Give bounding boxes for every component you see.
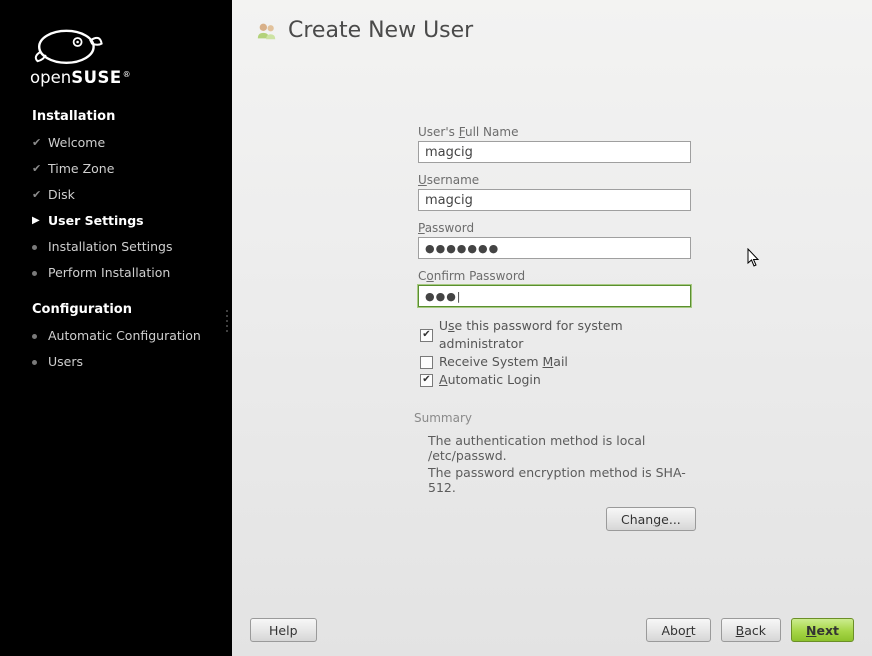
nav-label: Time Zone	[48, 160, 114, 178]
username-input[interactable]	[418, 189, 691, 211]
bullet-icon	[32, 334, 48, 339]
check-icon: ✔	[32, 186, 48, 204]
main-content: Create New User User's Full Name Usernam…	[232, 0, 872, 656]
checkbox-sysadmin-label: Use this password for system administrat…	[439, 317, 708, 353]
page-title-row: Create New User	[256, 18, 848, 43]
nav-label: Installation Settings	[48, 238, 172, 256]
nav-perform-installation[interactable]: Perform Installation	[0, 260, 232, 286]
nav-label: Welcome	[48, 134, 105, 152]
cursor-icon	[747, 248, 761, 268]
brand-suse: SUSE	[71, 68, 121, 87]
brand-open: open	[30, 68, 71, 87]
change-button[interactable]: Change...	[606, 507, 696, 531]
summary-encryption-line: The password encryption method is SHA-51…	[428, 465, 708, 495]
confirm-password-label: Confirm Password	[418, 269, 708, 283]
section-configuration-title: Configuration	[0, 286, 232, 323]
nav-users[interactable]: Users	[0, 349, 232, 375]
check-icon: ✔	[32, 134, 48, 152]
fullname-input[interactable]	[418, 141, 691, 163]
bullet-icon	[32, 245, 48, 250]
section-installation-title: Installation	[0, 93, 232, 130]
nav-installation-settings[interactable]: Installation Settings	[0, 234, 232, 260]
password-label: Password	[418, 221, 708, 235]
brand-trademark: ®	[123, 70, 131, 79]
opensuse-logo-icon	[28, 18, 108, 66]
nav-automatic-configuration[interactable]: Automatic Configuration	[0, 323, 232, 349]
splitter-handle[interactable]	[226, 310, 228, 332]
checkbox-mail-row[interactable]: Receive System Mail	[420, 353, 708, 371]
nav-timezone[interactable]: ✔ Time Zone	[0, 156, 232, 182]
abort-button[interactable]: Abort	[646, 618, 710, 642]
nav-label: Automatic Configuration	[48, 327, 201, 345]
username-label: Username	[418, 173, 708, 187]
help-button[interactable]: Help	[250, 618, 317, 642]
check-icon: ✔	[32, 160, 48, 178]
password-input[interactable]: ●●●●●●●	[418, 237, 691, 259]
bullet-icon	[32, 360, 48, 365]
checkbox-sysadmin-row[interactable]: Use this password for system administrat…	[420, 317, 708, 353]
nav-welcome[interactable]: ✔ Welcome	[0, 130, 232, 156]
logo-area: openSUSE®	[0, 18, 232, 93]
arrow-right-icon: ▶	[32, 212, 48, 230]
checkbox-autologin-label: Automatic Login	[439, 371, 541, 389]
user-form: User's Full Name Username Password ●●●●●…	[418, 125, 708, 531]
nav-label: User Settings	[48, 212, 144, 230]
nav-disk[interactable]: ✔ Disk	[0, 182, 232, 208]
checkbox-autologin[interactable]	[420, 374, 433, 387]
checkbox-sysadmin[interactable]	[420, 329, 433, 342]
nav-label: Perform Installation	[48, 264, 170, 282]
summary-label: Summary	[414, 411, 708, 425]
footer-bar: Help Abort Back Next	[232, 604, 872, 656]
checkbox-mail[interactable]	[420, 356, 433, 369]
next-button[interactable]: Next	[791, 618, 854, 642]
nav-label: Users	[48, 353, 83, 371]
back-button[interactable]: Back	[721, 618, 781, 642]
nav-label: Disk	[48, 186, 75, 204]
confirm-password-input[interactable]: ●●●|	[418, 285, 691, 307]
checkbox-mail-label: Receive System Mail	[439, 353, 568, 371]
bullet-icon	[32, 271, 48, 276]
users-icon	[256, 20, 278, 42]
brand-text: openSUSE®	[30, 68, 232, 87]
nav-user-settings[interactable]: ▶ User Settings	[0, 208, 232, 234]
summary-auth-line: The authentication method is local /etc/…	[428, 433, 708, 463]
checkbox-autologin-row[interactable]: Automatic Login	[420, 371, 708, 389]
page-title: Create New User	[288, 18, 473, 43]
fullname-label: User's Full Name	[418, 125, 708, 139]
sidebar: openSUSE® Installation ✔ Welcome ✔ Time …	[0, 0, 232, 656]
